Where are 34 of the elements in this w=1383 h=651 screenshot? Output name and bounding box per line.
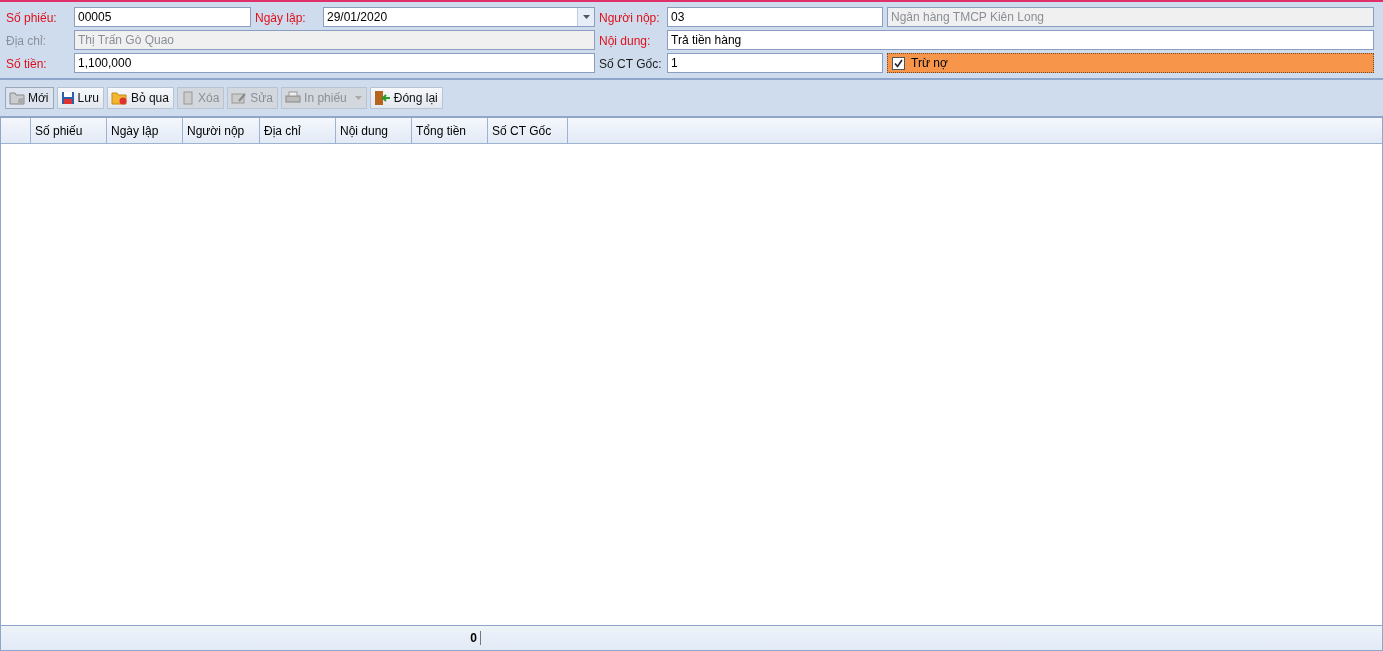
input-field[interactable]: 1 (667, 53, 883, 73)
input-field[interactable]: 03 (667, 7, 883, 27)
input-field[interactable]: Trả tiền hàng (667, 30, 1374, 50)
column-header[interactable]: Tổng tiền (412, 118, 488, 143)
field-label: Địa chỉ: (6, 32, 47, 50)
total-value: 0 (1, 631, 481, 645)
field-label: Ngày lập: (255, 9, 307, 27)
date-field[interactable]: 29/01/2020 (323, 7, 595, 27)
input-field[interactable]: 1,100,000 (74, 53, 595, 73)
field-label: Số CT Gốc: (599, 55, 663, 73)
field-label: Nội dung: (599, 32, 652, 50)
column-header[interactable]: Ngày lập (107, 118, 183, 143)
document-icon (180, 91, 195, 105)
toolbar-button[interactable]: Mới (5, 87, 54, 109)
field-label: Số tiền: (6, 55, 48, 73)
caret-icon[interactable] (582, 15, 590, 19)
column-header[interactable]: Số phiếu (31, 118, 107, 143)
folder-icon (9, 91, 25, 105)
field-label: Số phiếu: (6, 9, 58, 27)
column-header[interactable]: Số CT Gốc (488, 118, 568, 143)
folder-cancel-icon (110, 91, 128, 105)
field-label: Người nộp: (599, 9, 661, 27)
door-exit-icon (373, 90, 391, 106)
toolbar-button[interactable]: Lưu (56, 87, 104, 109)
printer-icon (285, 91, 302, 105)
column-header[interactable]: Địa chỉ (260, 118, 336, 143)
checkbox[interactable]: Trừ nợ (887, 53, 1374, 73)
toolbar-button[interactable]: Đóng lại (369, 87, 443, 109)
checkmark-icon (894, 58, 903, 68)
document-pencil-icon (231, 91, 248, 105)
column-header[interactable]: Người nộp (183, 118, 260, 143)
input-field[interactable]: 00005 (74, 7, 251, 27)
column-header[interactable]: Nội dung (336, 118, 412, 143)
toolbar-button[interactable]: Bỏ qua (106, 87, 174, 109)
